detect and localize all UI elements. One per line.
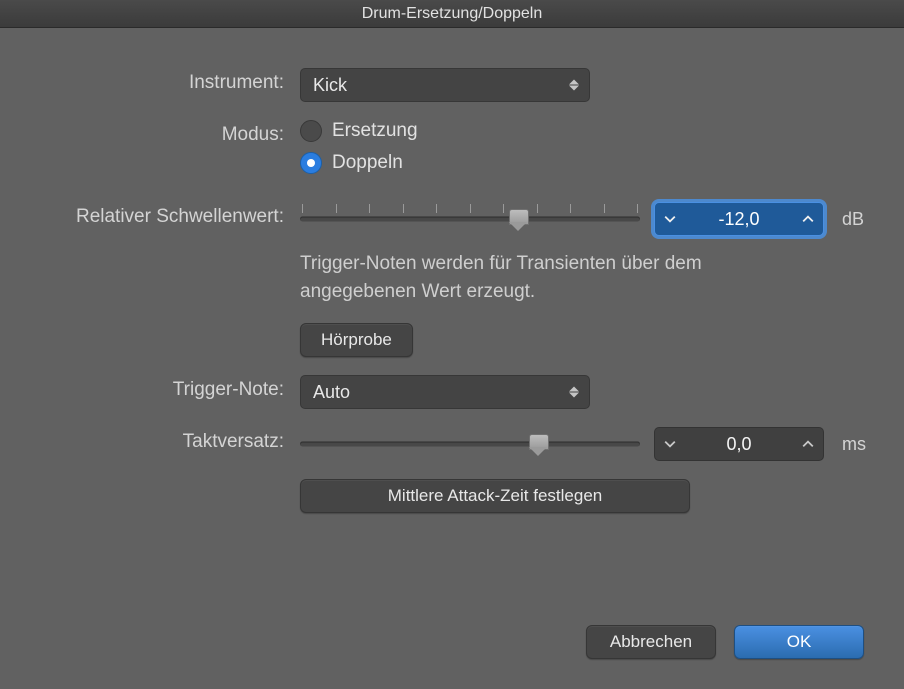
ok-button[interactable]: OK: [734, 625, 864, 659]
row-trigger-note: Trigger-Note: Auto: [30, 375, 874, 409]
ok-label: OK: [787, 632, 812, 652]
threshold-unit: dB: [842, 209, 864, 230]
dialog-footer: Abbrechen OK: [30, 625, 874, 659]
instrument-value: Kick: [313, 75, 347, 96]
label-trigger-note: Trigger-Note:: [30, 375, 300, 401]
radio-replace-indicator: [300, 120, 322, 142]
prelisten-button[interactable]: Hörprobe: [300, 323, 413, 357]
offset-value[interactable]: 0,0: [685, 434, 793, 455]
label-instrument: Instrument:: [30, 68, 300, 94]
mode-radio-group: Ersetzung Doppeln: [300, 120, 418, 174]
dialog-content: Instrument: Kick Modus: Ersetzung: [0, 28, 904, 689]
cancel-button[interactable]: Abbrechen: [586, 625, 716, 659]
trigger-note-dropdown[interactable]: Auto: [300, 375, 590, 409]
window-title: Drum-Ersetzung/Doppeln: [362, 5, 543, 23]
offset-decrement[interactable]: [655, 428, 685, 460]
slider-track: [300, 442, 640, 447]
threshold-value[interactable]: -12,0: [685, 209, 793, 230]
radio-replace[interactable]: Ersetzung: [300, 120, 418, 142]
trigger-note-value: Auto: [313, 382, 350, 403]
label-offset: Taktversatz:: [30, 427, 300, 453]
chevron-up-icon: [802, 438, 814, 450]
instrument-dropdown[interactable]: Kick: [300, 68, 590, 102]
chevron-up-icon: [802, 213, 814, 225]
label-threshold: Relativer Schwellenwert:: [30, 202, 300, 228]
dropdown-arrows-icon: [569, 387, 579, 398]
row-instrument: Instrument: Kick: [30, 68, 874, 102]
dialog-window: Drum-Ersetzung/Doppeln Instrument: Kick …: [0, 0, 904, 689]
slider-track: [300, 217, 640, 222]
threshold-help-text: Trigger-Noten werden für Transienten übe…: [300, 250, 780, 305]
offset-unit: ms: [842, 434, 866, 455]
prelisten-label: Hörprobe: [321, 330, 392, 350]
offset-spinner[interactable]: 0,0: [654, 427, 824, 461]
set-attack-time-button[interactable]: Mittlere Attack-Zeit festlegen: [300, 479, 690, 513]
radio-double-label: Doppeln: [332, 152, 403, 174]
row-mode: Modus: Ersetzung Doppeln: [30, 120, 874, 174]
slider-ticks: [300, 204, 640, 216]
row-offset: Taktversatz: 0,0: [30, 427, 874, 461]
set-attack-label: Mittlere Attack-Zeit festlegen: [388, 486, 602, 506]
radio-double-indicator: [300, 152, 322, 174]
row-threshold-help: Trigger-Noten werden für Transienten übe…: [30, 250, 874, 305]
row-set-attack: Mittlere Attack-Zeit festlegen: [30, 479, 874, 513]
threshold-spinner[interactable]: -12,0: [654, 202, 824, 236]
cancel-label: Abbrechen: [610, 632, 692, 652]
offset-slider[interactable]: [300, 429, 640, 459]
radio-replace-label: Ersetzung: [332, 120, 418, 142]
chevron-down-icon: [664, 213, 676, 225]
offset-increment[interactable]: [793, 428, 823, 460]
radio-double[interactable]: Doppeln: [300, 152, 418, 174]
threshold-decrement[interactable]: [655, 203, 685, 235]
chevron-down-icon: [664, 438, 676, 450]
label-mode: Modus:: [30, 120, 300, 146]
row-threshold: Relativer Schwellenwert: -12,0: [30, 202, 874, 236]
threshold-slider[interactable]: [300, 204, 640, 234]
threshold-increment[interactable]: [793, 203, 823, 235]
title-bar: Drum-Ersetzung/Doppeln: [0, 0, 904, 28]
dropdown-arrows-icon: [569, 80, 579, 91]
row-prelisten: Hörprobe: [30, 323, 874, 357]
